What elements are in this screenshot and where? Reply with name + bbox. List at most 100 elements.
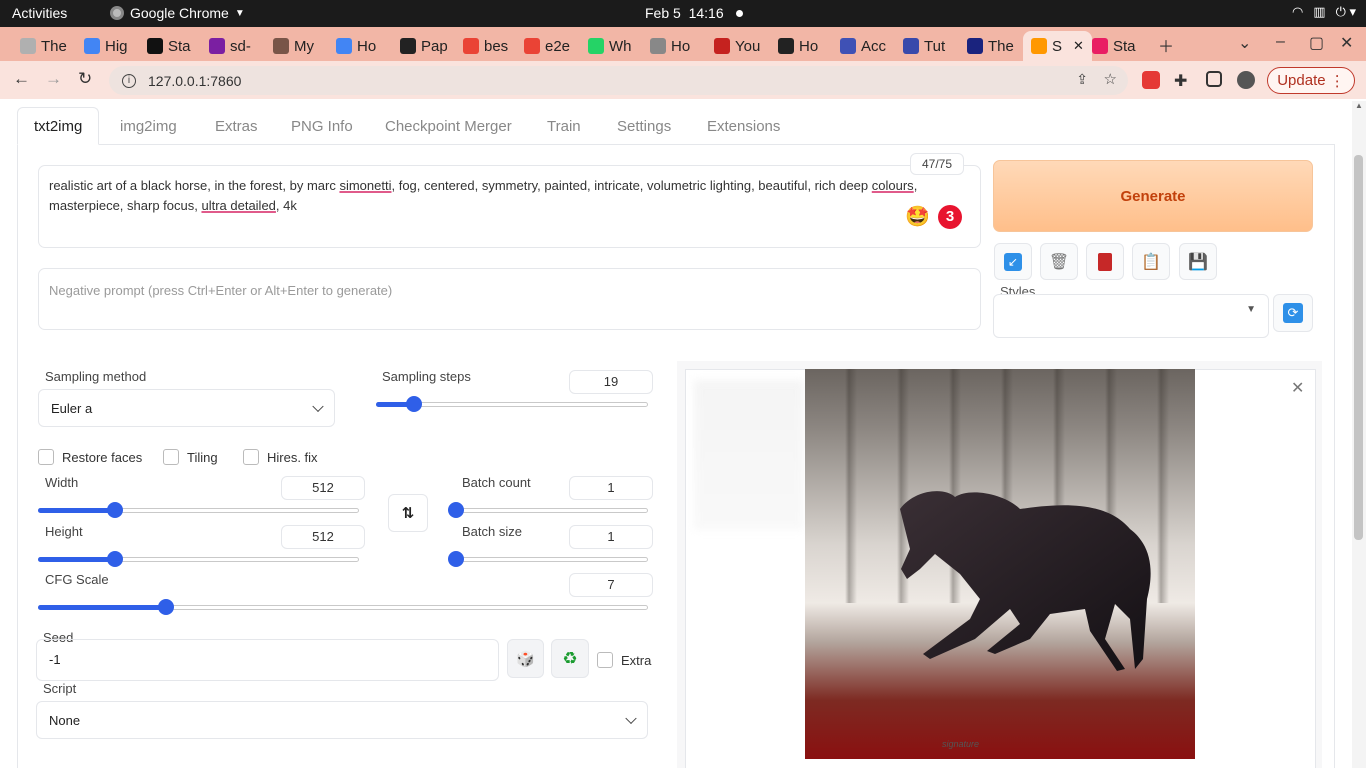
maximize-icon[interactable]: ▢	[1309, 33, 1324, 53]
slider-knob[interactable]	[406, 396, 423, 412]
refresh-styles-button[interactable]: ⟳	[1273, 294, 1313, 332]
batch-size-slider[interactable]	[448, 551, 648, 567]
tab-favicon-icon	[714, 38, 730, 54]
batch-count-slider[interactable]	[448, 502, 648, 518]
tab-favicon-icon	[463, 38, 479, 54]
site-info-icon[interactable]: i	[122, 73, 136, 88]
script-select[interactable]: None	[36, 701, 648, 739]
negative-prompt-textarea[interactable]	[38, 268, 981, 330]
browser-tab[interactable]: Tut	[901, 31, 947, 61]
generated-image-black-horse[interactable]: signature	[805, 369, 1195, 759]
tab-extensions[interactable]: Extensions	[691, 107, 796, 145]
browser-tab[interactable]: Wh	[586, 31, 634, 61]
batch-count-input[interactable]: 1	[569, 476, 653, 500]
browser-tab[interactable]: You	[712, 31, 762, 61]
back-icon[interactable]: ←	[13, 69, 30, 89]
width-input[interactable]: 512	[281, 476, 365, 500]
cfg-scale-input[interactable]: 7	[569, 573, 653, 597]
star-eyes-emoji-icon[interactable]: 🤩	[905, 204, 930, 229]
prompt-textarea[interactable]: realistic art of a black horse, in the f…	[38, 165, 981, 248]
swap-arrows-icon: ⇅	[401, 505, 415, 522]
tab-extras[interactable]: Extras	[199, 107, 274, 145]
activities-button[interactable]: Activities	[12, 5, 67, 21]
restore-faces-checkbox[interactable]: Restore faces	[38, 449, 142, 465]
sampling-steps-slider[interactable]	[376, 396, 648, 412]
tab-train[interactable]: Train	[531, 107, 597, 145]
sampling-method-select[interactable]: Euler a	[38, 389, 335, 427]
tiling-checkbox[interactable]: Tiling	[163, 449, 218, 465]
browser-tab[interactable]: Sta	[1090, 31, 1138, 61]
browser-tab-label: Wh	[609, 37, 632, 55]
clock[interactable]: Feb 5 14:16	[645, 5, 724, 21]
bookmark-star-icon[interactable]: ☆	[1104, 70, 1117, 88]
side-panel-icon[interactable]	[1206, 71, 1222, 87]
address-bar[interactable]: i 127.0.0.1:7860 ⇪ ☆	[109, 66, 1128, 95]
forward-icon[interactable]: →	[45, 69, 62, 89]
profile-avatar[interactable]	[1237, 71, 1255, 89]
script-label: Script	[43, 681, 77, 696]
share-icon[interactable]: ⇪	[1076, 71, 1088, 88]
slider-knob[interactable]	[448, 502, 464, 518]
hires-fix-checkbox[interactable]: Hires. fix	[243, 449, 318, 465]
slider-knob[interactable]	[158, 599, 175, 615]
browser-tab[interactable]: The	[965, 31, 1016, 61]
seed-input[interactable]: -1	[36, 639, 499, 681]
browser-tab[interactable]: Hig	[82, 31, 130, 61]
notification-badge[interactable]: 3	[938, 205, 962, 229]
tab-img2img[interactable]: img2img	[104, 107, 193, 145]
styles-dropdown[interactable]: ▼	[993, 294, 1269, 338]
browser-tab[interactable]: Ho	[776, 31, 820, 61]
swap-dimensions-button[interactable]: ⇅	[388, 494, 428, 532]
browser-tab[interactable]: bes	[461, 31, 510, 61]
tab-txt2img[interactable]: txt2img	[17, 107, 100, 145]
random-seed-button[interactable]: 🎲	[507, 639, 544, 678]
reload-icon[interactable]: ↻	[78, 69, 92, 89]
extra-networks-button[interactable]	[1086, 243, 1124, 280]
slider-knob[interactable]	[107, 551, 124, 567]
close-icon[interactable]: ✕	[1291, 378, 1304, 398]
generate-button[interactable]: Generate	[993, 160, 1313, 232]
height-slider[interactable]	[38, 551, 359, 567]
browser-tab[interactable]: S ✕	[1023, 31, 1092, 61]
save-style-button[interactable]: 💾	[1179, 243, 1217, 280]
app-menu[interactable]: Google Chrome ▼	[110, 5, 245, 21]
extension-icon[interactable]	[1142, 71, 1160, 89]
browser-tab[interactable]: e2e	[522, 31, 572, 61]
browser-tab[interactable]: sd-	[207, 31, 253, 61]
system-tray[interactable]: ◠ ▥ ⏻ ▾	[1292, 4, 1356, 20]
cfg-scale-slider[interactable]	[38, 599, 648, 615]
scrollbar-thumb[interactable]	[1354, 155, 1363, 540]
browser-tab[interactable]: Ho	[334, 31, 378, 61]
extra-seed-checkbox[interactable]: Extra	[597, 652, 651, 668]
tab-search-icon[interactable]: ⌄	[1238, 33, 1251, 53]
clear-prompt-button[interactable]: 🗑	[1040, 243, 1078, 280]
close-tab-icon[interactable]: ✕	[1073, 38, 1084, 54]
close-window-icon[interactable]: ✕	[1340, 33, 1353, 53]
batch-size-input[interactable]: 1	[569, 525, 653, 549]
slider-knob[interactable]	[448, 551, 464, 567]
apply-style-button[interactable]: 📋	[1132, 243, 1170, 280]
browser-tab[interactable]: Acc	[838, 31, 888, 61]
browser-tab[interactable]: Sta	[145, 31, 193, 61]
negative-prompt-input[interactable]	[49, 283, 970, 298]
browser-tab-label: The	[988, 37, 1014, 55]
minimize-icon[interactable]: –	[1276, 33, 1285, 51]
puzzle-icon[interactable]: ✚	[1174, 71, 1192, 90]
new-tab-icon[interactable]: ＋	[1158, 33, 1174, 57]
scroll-up-icon[interactable]: ▲	[1352, 101, 1366, 113]
tab-settings[interactable]: Settings	[601, 107, 687, 145]
paste-params-button[interactable]: ↙	[994, 243, 1032, 280]
height-input[interactable]: 512	[281, 525, 365, 549]
caret-down-icon: ▼	[1246, 304, 1256, 315]
reuse-seed-button[interactable]: ♻	[551, 639, 589, 678]
slider-knob[interactable]	[107, 502, 124, 518]
tab-png-info[interactable]: PNG Info	[275, 107, 369, 145]
browser-tab[interactable]: My	[271, 31, 316, 61]
width-slider[interactable]	[38, 502, 359, 518]
sampling-steps-input[interactable]: 19	[569, 370, 653, 394]
update-button[interactable]: Update ⋮	[1267, 67, 1355, 94]
browser-tab[interactable]: Ho	[648, 31, 692, 61]
browser-tab[interactable]: Pap	[398, 31, 450, 61]
tab-checkpoint-merger[interactable]: Checkpoint Merger	[369, 107, 528, 145]
browser-tab[interactable]: The	[18, 31, 69, 61]
